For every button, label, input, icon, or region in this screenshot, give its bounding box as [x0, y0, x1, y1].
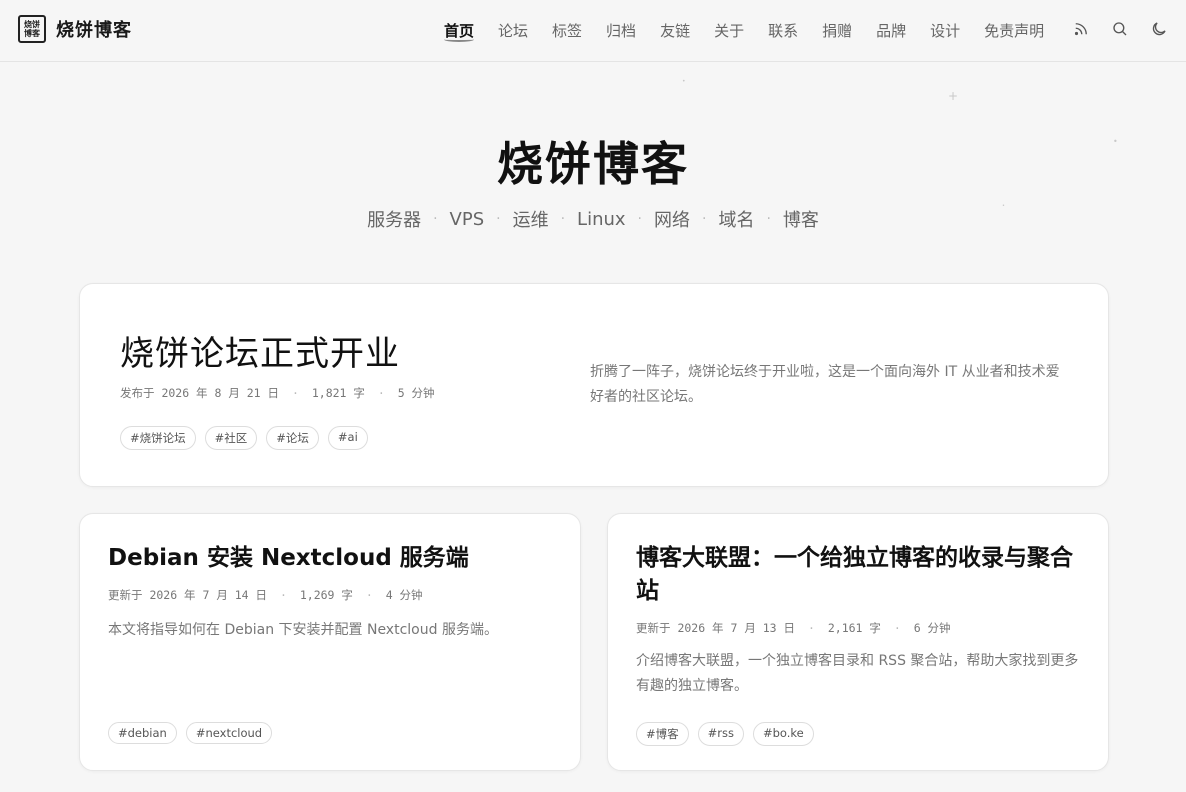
search-icon[interactable]: [1109, 18, 1131, 40]
moon-icon[interactable]: [1148, 18, 1170, 40]
hero-subtitle: 服务器 · VPS · 运维 · Linux · 网络 · 域名 · 博客: [0, 206, 1186, 232]
hero-separator: ·: [433, 211, 438, 227]
post-title[interactable]: 博客大联盟：一个给独立博客的收录与聚合站: [636, 542, 1086, 608]
tag-chip[interactable]: #debian: [108, 722, 177, 744]
nav-item-brand[interactable]: 品牌: [876, 0, 906, 60]
logo-line-1: 烧饼: [24, 20, 40, 29]
post-card[interactable]: 博客大联盟：一个给独立博客的收录与聚合站 更新于 2026 年 7 月 13 日…: [607, 513, 1109, 771]
hero-separator: ·: [637, 211, 642, 227]
hero-section: 烧饼博客 服务器 · VPS · 运维 · Linux · 网络 · 域名 · …: [0, 132, 1186, 232]
main-nav: 首页 论坛 标签 归档 友链 关于 联系 捐赠 品牌 设计 免责声明: [444, 0, 1068, 60]
post-word-count: 2,161 字: [827, 621, 881, 635]
hero-topic: 域名: [718, 210, 755, 231]
post-meta: 发布于 2026 年 8 月 21 日 · 1,821 字 · 5 分钟: [120, 385, 435, 401]
post-meta-prefix: 发布于: [120, 386, 155, 400]
hero-topic: 运维: [512, 210, 549, 231]
hero-separator: ·: [496, 211, 501, 227]
hero-topic: 服务器: [367, 210, 422, 231]
hero-topic: Linux: [577, 208, 626, 230]
post-date: 2026 年 8 月 21 日: [161, 386, 280, 400]
meta-separator: ·: [893, 621, 901, 635]
site-name: 烧饼博客: [56, 20, 132, 41]
nav-item-forum[interactable]: 论坛: [498, 0, 528, 60]
nav-item-home[interactable]: 首页: [444, 0, 475, 60]
rss-icon[interactable]: [1070, 18, 1092, 40]
meta-separator: ·: [377, 386, 385, 400]
featured-post-card[interactable]: 烧饼论坛正式开业 发布于 2026 年 8 月 21 日 · 1,821 字 ·…: [79, 283, 1109, 487]
post-meta: 更新于 2026 年 7 月 13 日 · 2,161 字 · 6 分钟: [636, 620, 951, 636]
tag-chip[interactable]: #社区: [204, 426, 258, 450]
hero-separator: ·: [702, 211, 707, 227]
nav-item-friends[interactable]: 友链: [660, 0, 690, 60]
meta-separator: ·: [807, 621, 815, 635]
post-read-time: 4 分钟: [385, 588, 423, 602]
sparkle-decoration: +: [948, 89, 959, 103]
post-tags: #debian #nextcloud: [108, 722, 281, 744]
post-card[interactable]: Debian 安装 Nextcloud 服务端 更新于 2026 年 7 月 1…: [79, 513, 581, 771]
post-meta-prefix: 更新于: [108, 588, 143, 602]
nav-item-archive[interactable]: 归档: [606, 0, 636, 60]
hero-separator: ·: [560, 211, 566, 227]
post-date: 2026 年 7 月 13 日: [677, 621, 796, 635]
post-meta: 更新于 2026 年 7 月 14 日 · 1,269 字 · 4 分钟: [108, 587, 423, 603]
hero-topic: 博客: [782, 210, 819, 231]
post-date: 2026 年 7 月 14 日: [149, 588, 268, 602]
post-excerpt: 本文将指导如何在 Debian 下安装并配置 Nextcloud 服务端。: [108, 622, 498, 638]
tag-chip[interactable]: #bo.ke: [753, 722, 814, 746]
brand-home-link[interactable]: 烧饼 博客 烧饼博客: [18, 15, 132, 43]
nav-item-about[interactable]: 关于: [714, 0, 744, 60]
hero-separator: ·: [766, 211, 771, 227]
sparkle-decoration: •: [682, 78, 686, 85]
tag-chip[interactable]: #ai: [327, 426, 368, 450]
tag-chip[interactable]: #烧饼论坛: [120, 426, 196, 450]
hero-topic: 网络: [654, 210, 690, 231]
nav-item-donate[interactable]: 捐赠: [822, 0, 852, 60]
top-navigation-bar: 烧饼 博客 烧饼博客 首页 论坛 标签 归档 友链 关于 联系 捐赠 品牌 设计…: [0, 0, 1186, 62]
post-tags: #博客 #rss #bo.ke: [636, 722, 823, 746]
post-title[interactable]: 烧饼论坛正式开业: [120, 326, 400, 375]
nav-item-tags[interactable]: 标签: [552, 0, 582, 60]
tag-chip[interactable]: #博客: [636, 722, 689, 746]
post-read-time: 6 分钟: [913, 621, 951, 635]
hero-topic: VPS: [449, 208, 485, 230]
nav-item-contact[interactable]: 联系: [768, 0, 798, 60]
tag-chip[interactable]: #nextcloud: [185, 722, 273, 744]
post-word-count: 1,821 字: [311, 386, 365, 400]
post-tags: #烧饼论坛 #社区 #论坛 #ai: [120, 426, 377, 450]
post-word-count: 1,269 字: [299, 588, 353, 602]
meta-separator: ·: [291, 386, 299, 400]
post-excerpt: 折腾了一阵子，烧饼论坛终于开业啦，这是一个面向海外 IT 从业者和技术爱好者的社…: [590, 364, 1060, 405]
logo-line-2: 博客: [24, 29, 40, 38]
hero-title: 烧饼博客: [497, 137, 689, 191]
post-meta-prefix: 更新于: [636, 621, 671, 635]
meta-separator: ·: [365, 588, 373, 602]
tag-chip[interactable]: #rss: [697, 722, 744, 746]
meta-separator: ·: [279, 588, 287, 602]
tag-chip[interactable]: #论坛: [266, 426, 319, 450]
site-logo-icon: 烧饼 博客: [18, 15, 46, 43]
post-excerpt: 介绍博客大联盟，一个独立博客目录和 RSS 聚合站，帮助大家找到更多有趣的独立博…: [636, 653, 1079, 694]
header-actions: [1053, 18, 1170, 40]
nav-item-design[interactable]: 设计: [930, 0, 960, 60]
nav-item-disclaimer[interactable]: 免责声明: [984, 0, 1044, 60]
post-read-time: 5 分钟: [397, 386, 435, 400]
post-title[interactable]: Debian 安装 Nextcloud 服务端: [108, 542, 558, 575]
